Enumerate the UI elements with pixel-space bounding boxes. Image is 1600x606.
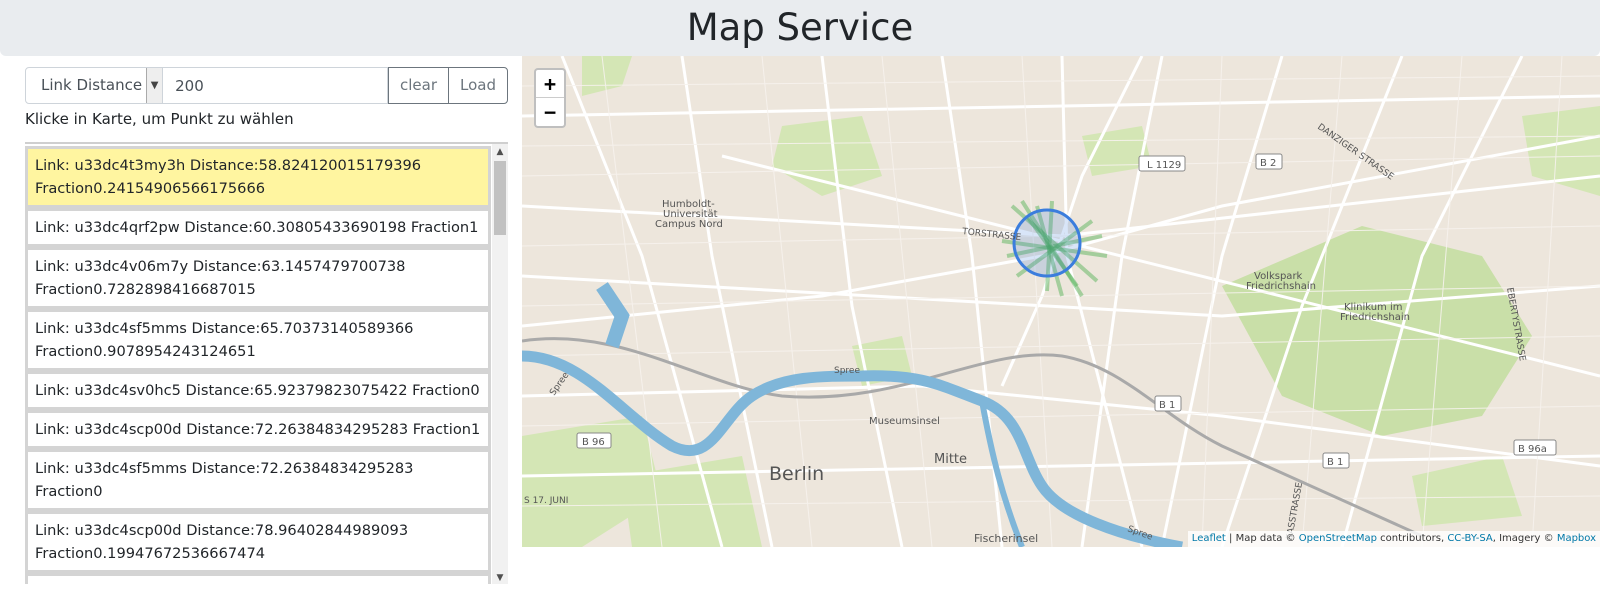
zoom-in-button[interactable]: + [536,70,564,98]
clear-button[interactable]: clear [388,67,449,104]
attribution-contributors: contributors, [1376,533,1448,544]
shield-b96a: B 96a [1518,444,1547,455]
zoom-control: + − [534,68,566,128]
leaflet-link[interactable]: Leaflet [1192,533,1226,544]
map-attribution: Leaflet | Map data © OpenStreetMap contr… [1187,531,1600,547]
shield-b2: B 2 [1260,158,1276,169]
scroll-thumb[interactable] [494,161,506,235]
page-title: Map Service [686,6,914,49]
page-header: Map Service [0,0,1600,56]
label-juni: S 17. JUNI [524,496,568,506]
result-item[interactable]: Link: u33dc4qrf2pw Distance:60.308054336… [25,208,491,247]
result-item[interactable]: Link: u33dc4sf5mms Distance:65.703731405… [25,309,491,371]
results-list-container[interactable]: Link: u33dc4t3my3h Distance:58.824120015… [25,142,508,584]
result-item[interactable]: Link: u33dc4sf5mms Distance:72.263848342… [25,449,491,511]
result-item[interactable]: Link: u33dc4sv0hc5 Distance:65.923798230… [25,371,491,410]
ccbysa-link[interactable]: CC-BY-SA [1447,533,1492,544]
control-panel: Link Distance ▼ clear Load Klicke in Kar… [25,67,508,128]
shield-b1-b: B 1 [1327,457,1343,468]
map-hint: Klicke in Karte, um Punkt zu wählen [25,110,294,128]
shield-l1129: L 1129 [1147,160,1181,171]
label-humboldt-3: Campus Nord [655,219,723,230]
map-view[interactable]: Berlin Mitte Museumsinsel Humboldt- Univ… [522,56,1600,547]
zoom-out-button[interactable]: − [536,98,564,126]
selection-circle[interactable] [1012,208,1082,278]
results-scrollbar[interactable]: ▲ ▼ [492,144,508,584]
result-item[interactable]: Link: u33dc4scp00d Distance:72.263848342… [25,410,491,449]
label-museumsinsel: Museumsinsel [869,416,940,427]
mode-select[interactable]: Link Distance ▼ [25,67,164,104]
label-mitte: Mitte [934,452,967,467]
result-item[interactable]: Link: u33dc4scp00d Distance:78.964028449… [25,511,491,573]
chevron-down-icon[interactable]: ▼ [146,68,163,103]
result-item[interactable]: Link: u33dc4v06m7y Distance:63.145747970… [25,247,491,309]
result-item[interactable]: Link: u33dc4v1m443 Distance:80.800368507… [25,573,491,584]
label-volkspark-2: Friedrichshain [1246,281,1316,292]
label-fischerinsel: Fischerinsel [974,532,1038,545]
attribution-mapdata: | Map data © [1225,533,1299,544]
query-controls: Link Distance ▼ clear Load [25,67,508,104]
mapbox-link[interactable]: Mapbox [1557,533,1596,544]
label-berlin: Berlin [769,463,824,485]
scroll-down-icon[interactable]: ▼ [492,570,508,584]
scroll-up-icon[interactable]: ▲ [492,144,508,160]
results-list: Link: u33dc4t3my3h Distance:58.824120015… [25,146,491,584]
attribution-imagery: , Imagery © [1492,533,1557,544]
map-canvas[interactable]: Berlin Mitte Museumsinsel Humboldt- Univ… [522,56,1600,547]
label-spree-1: Spree [834,366,860,376]
shield-b96: B 96 [582,437,605,448]
shield-b1-a: B 1 [1159,400,1175,411]
label-klinikum-2: Friedrichshain [1340,312,1410,323]
osm-link[interactable]: OpenStreetMap [1299,533,1377,544]
mode-select-value: Link Distance [41,76,143,94]
distance-input[interactable] [163,67,388,104]
load-button[interactable]: Load [448,67,508,104]
result-item[interactable]: Link: u33dc4t3my3h Distance:58.824120015… [25,146,491,208]
